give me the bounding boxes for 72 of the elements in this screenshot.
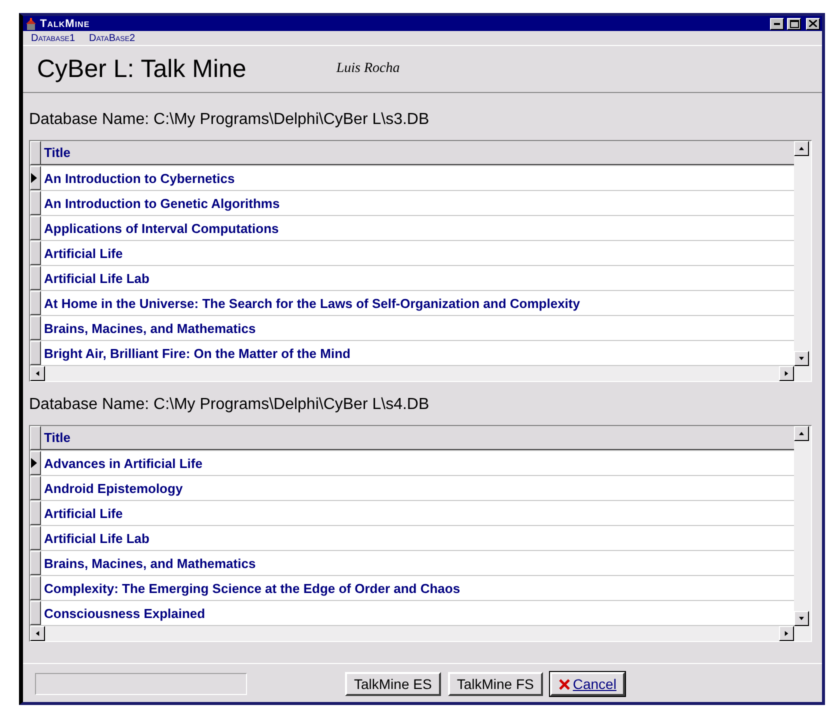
house-icon <box>25 18 37 30</box>
scroll-left-button[interactable] <box>30 626 45 641</box>
column-header[interactable]: Title <box>41 141 794 165</box>
window-title: TalkMine <box>40 18 91 30</box>
scroll-up-button[interactable] <box>794 426 809 441</box>
row-indicator <box>30 426 41 450</box>
menu-item[interactable]: Database1 <box>31 33 76 44</box>
current-row-icon <box>31 458 37 468</box>
data-grid[interactable] <box>29 425 812 642</box>
minimize-button[interactable] <box>770 18 784 30</box>
scroll-down-button[interactable] <box>794 351 809 366</box>
left-arrow-icon <box>35 631 40 636</box>
scroll-up-button[interactable] <box>794 141 809 156</box>
action-button[interactable]: TalkMine ES <box>345 672 441 696</box>
row-indicator[interactable] <box>30 191 41 215</box>
right-arrow-icon <box>784 631 789 636</box>
down-arrow-icon <box>799 356 804 361</box>
table-cell[interactable]: Brains, Macines, and Mathematics <box>41 551 794 575</box>
close-button[interactable] <box>806 18 820 30</box>
close-icon <box>809 20 817 27</box>
right-arrow-icon <box>784 371 789 376</box>
row-indicator[interactable] <box>30 551 41 575</box>
scroll-right-button[interactable] <box>779 366 794 381</box>
close-icon <box>558 678 570 690</box>
row-indicator[interactable] <box>30 501 41 525</box>
row-indicator[interactable] <box>30 316 41 340</box>
current-row-icon <box>31 173 37 183</box>
row-indicator[interactable] <box>30 451 41 475</box>
app-title: CyBer L: Talk Mine <box>37 54 246 84</box>
row-indicator[interactable] <box>30 576 41 600</box>
menu-item[interactable]: DataBase2 <box>89 33 136 44</box>
row-indicator[interactable] <box>30 476 41 500</box>
scroll-left-button[interactable] <box>30 366 45 381</box>
table-cell[interactable]: At Home in the Universe: The Search for the Laws of Self-Organization and Complexity <box>41 291 794 315</box>
down-arrow-icon <box>799 616 804 621</box>
table-cell[interactable]: Artificial Life Lab <box>41 526 794 550</box>
data-grid[interactable] <box>29 140 812 382</box>
scroll-down-button[interactable] <box>794 611 809 626</box>
left-arrow-icon <box>35 371 40 376</box>
table-cell[interactable]: Artificial Life <box>41 501 794 525</box>
table-cell[interactable]: Consciousness Explained <box>41 601 794 625</box>
table-cell[interactable]: Android Epistemology <box>41 476 794 500</box>
table-cell[interactable]: An Introduction to Cybernetics <box>41 166 794 190</box>
table-cell[interactable]: Complexity: The Emerging Science at the Edge of Order and Chaos <box>41 576 794 600</box>
cancel-button[interactable]: Cancel <box>550 672 626 696</box>
row-indicator[interactable] <box>30 291 41 315</box>
up-arrow-icon <box>799 146 804 151</box>
table-cell[interactable]: Artificial Life <box>41 241 794 265</box>
scroll-right-button[interactable] <box>779 626 794 641</box>
row-indicator[interactable] <box>30 526 41 550</box>
database-name-label: Database Name: C:\My Programs\Delphi\CyBer L\s3.DB <box>29 111 430 129</box>
row-indicator[interactable] <box>30 601 41 625</box>
author-name: Luis Rocha <box>336 61 400 77</box>
table-cell[interactable]: Bright Air, Brilliant Fire: On the Matter of the Mind <box>41 341 794 365</box>
table-cell[interactable]: Brains, Macines, and Mathematics <box>41 316 794 340</box>
row-indicator[interactable] <box>30 216 41 240</box>
table-cell[interactable]: Artificial Life Lab <box>41 266 794 290</box>
minimize-icon <box>774 22 780 24</box>
up-arrow-icon <box>799 431 804 436</box>
row-indicator[interactable] <box>30 266 41 290</box>
database-name-label: Database Name: C:\My Programs\Delphi\CyBer L\s4.DB <box>29 396 430 414</box>
row-indicator[interactable] <box>30 241 41 265</box>
maximize-button[interactable] <box>787 18 801 30</box>
maximize-icon <box>790 20 798 28</box>
table-cell[interactable]: Advances in Artificial Life <box>41 451 794 475</box>
action-button[interactable]: TalkMine FS <box>448 672 543 696</box>
column-header[interactable]: Title <box>41 426 794 450</box>
table-cell[interactable]: An Introduction to Genetic Algorithms <box>41 191 794 215</box>
row-indicator[interactable] <box>30 166 41 190</box>
table-cell[interactable]: Applications of Interval Computations <box>41 216 794 240</box>
row-indicator[interactable] <box>30 341 41 365</box>
row-indicator <box>30 141 41 165</box>
